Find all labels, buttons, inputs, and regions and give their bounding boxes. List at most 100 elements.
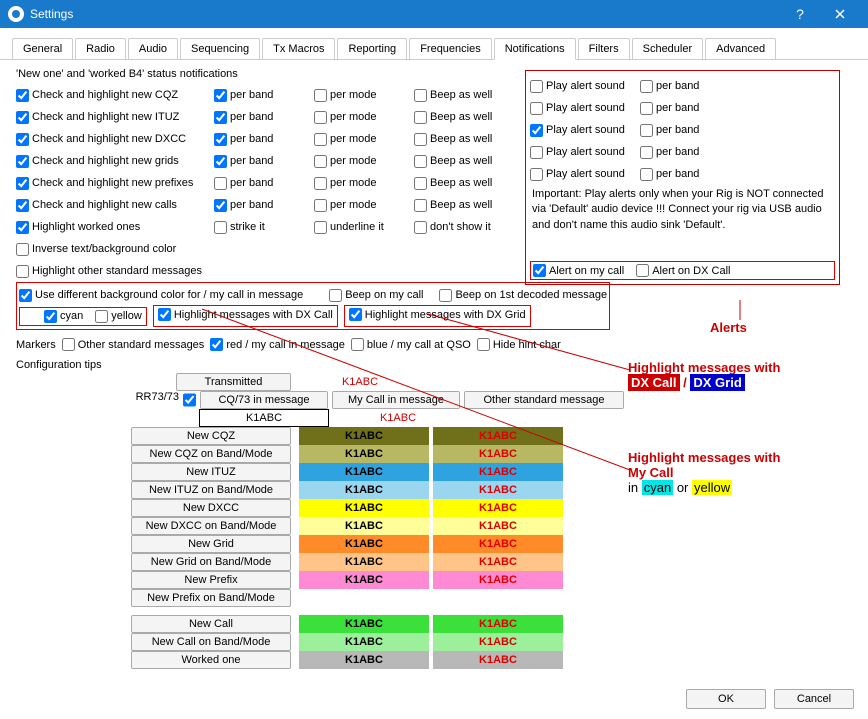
dont-show-checkbox[interactable]: don't show it (414, 221, 529, 234)
color-label-3[interactable]: New ITUZ on Band/Mode (131, 481, 291, 499)
alert-band-0[interactable]: per band (640, 80, 750, 93)
color-cell1-1[interactable]: K1ABC (299, 445, 429, 463)
alert-sound-3[interactable]: Play alert sound (530, 146, 640, 159)
color-cell2-5[interactable]: K1ABC (433, 517, 563, 535)
color-cell2-10[interactable]: K1ABC (433, 615, 563, 633)
tab-scheduler[interactable]: Scheduler (632, 38, 704, 59)
color-cell1-12[interactable]: K1ABC (299, 651, 429, 669)
permode-5[interactable]: per mode (314, 199, 414, 212)
color-label-8[interactable]: New Prefix (131, 571, 291, 589)
alert-sound-1[interactable]: Play alert sound (530, 102, 640, 115)
color-label-0[interactable]: New CQZ (131, 427, 291, 445)
beep-2[interactable]: Beep as well (414, 133, 529, 146)
alert-dxcall-checkbox[interactable]: Alert on DX Call (636, 264, 730, 277)
alert-band-3[interactable]: per band (640, 146, 750, 159)
tab-advanced[interactable]: Advanced (705, 38, 776, 59)
color-cell1-4[interactable]: K1ABC (299, 499, 429, 517)
color-label-7[interactable]: New Grid on Band/Mode (131, 553, 291, 571)
color-cell1-11[interactable]: K1ABC (299, 633, 429, 651)
permode-4[interactable]: per mode (314, 177, 414, 190)
beep-1[interactable]: Beep as well (414, 111, 529, 124)
beep-0[interactable]: Beep as well (414, 89, 529, 102)
perband-0[interactable]: per band (214, 89, 314, 102)
tab-sequencing[interactable]: Sequencing (180, 38, 260, 59)
mycall-header[interactable]: My Call in message (332, 391, 460, 409)
permode-2[interactable]: per mode (314, 133, 414, 146)
color-cell2-12[interactable]: K1ABC (433, 651, 563, 669)
rr-checkbox[interactable] (183, 391, 196, 409)
color-cell1-5[interactable]: K1ABC (299, 517, 429, 535)
help-button[interactable]: ? (780, 0, 820, 28)
check-row-3[interactable]: Check and highlight new grids (16, 155, 214, 168)
tab-tx-macros[interactable]: Tx Macros (262, 38, 335, 59)
check-row-5[interactable]: Check and highlight new calls (16, 199, 214, 212)
permode-1[interactable]: per mode (314, 111, 414, 124)
color-cell2-0[interactable]: K1ABC (433, 427, 563, 445)
color-cell2-11[interactable]: K1ABC (433, 633, 563, 651)
color-label-4[interactable]: New DXCC (131, 499, 291, 517)
alert-band-4[interactable]: per band (640, 168, 750, 181)
inverse-checkbox[interactable]: Inverse text/background color (16, 243, 176, 256)
color-label-5[interactable]: New DXCC on Band/Mode (131, 517, 291, 535)
diff-bg-checkbox[interactable]: Use different background color for / my … (19, 289, 303, 302)
hl-dxcall-checkbox[interactable]: Highlight messages with DX Call (158, 308, 333, 321)
cq-header[interactable]: CQ/73 in message (200, 391, 328, 409)
perband-1[interactable]: per band (214, 111, 314, 124)
permode-3[interactable]: per mode (314, 155, 414, 168)
close-button[interactable] (820, 0, 860, 28)
tab-frequencies[interactable]: Frequencies (409, 38, 492, 59)
yellow-checkbox[interactable]: yellow (95, 310, 142, 323)
color-label-12[interactable]: Worked one (131, 651, 291, 669)
alert-band-2[interactable]: per band (640, 124, 750, 137)
permode-0[interactable]: per mode (314, 89, 414, 102)
check-row-0[interactable]: Check and highlight new CQZ (16, 89, 214, 102)
tx-msg-header[interactable]: Transmitted message (176, 373, 291, 391)
perband-2[interactable]: per band (214, 133, 314, 146)
color-cell2-3[interactable]: K1ABC (433, 481, 563, 499)
tab-general[interactable]: General (12, 38, 73, 59)
alert-mycall-checkbox[interactable]: Alert on my call (533, 264, 624, 277)
beep-mycall-checkbox[interactable]: Beep on my call (329, 289, 423, 302)
color-cell2-6[interactable]: K1ABC (433, 535, 563, 553)
other-header[interactable]: Other standard message (464, 391, 624, 409)
color-cell1-6[interactable]: K1ABC (299, 535, 429, 553)
tab-reporting[interactable]: Reporting (337, 38, 407, 59)
hide-hint-checkbox[interactable]: Hide hint char (477, 338, 561, 351)
color-cell2-8[interactable]: K1ABC (433, 571, 563, 589)
color-cell2-4[interactable]: K1ABC (433, 499, 563, 517)
alert-sound-4[interactable]: Play alert sound (530, 168, 640, 181)
color-cell2-1[interactable]: K1ABC (433, 445, 563, 463)
perband-3[interactable]: per band (214, 155, 314, 168)
strike-it-checkbox[interactable]: strike it (214, 221, 314, 234)
tab-radio[interactable]: Radio (75, 38, 126, 59)
alert-sound-0[interactable]: Play alert sound (530, 80, 640, 93)
tab-notifications[interactable]: Notifications (494, 38, 576, 60)
tab-filters[interactable]: Filters (578, 38, 630, 59)
ok-button[interactable]: OK (686, 689, 766, 709)
color-cell2-2[interactable]: K1ABC (433, 463, 563, 481)
color-label-1[interactable]: New CQZ on Band/Mode (131, 445, 291, 463)
color-cell1-0[interactable]: K1ABC (299, 427, 429, 445)
cancel-button[interactable]: Cancel (774, 689, 854, 709)
check-row-2[interactable]: Check and highlight new DXCC (16, 133, 214, 146)
color-cell1-2[interactable]: K1ABC (299, 463, 429, 481)
color-label-2[interactable]: New ITUZ (131, 463, 291, 481)
perband-4[interactable]: per band (214, 177, 314, 190)
check-row-1[interactable]: Check and highlight new ITUZ (16, 111, 214, 124)
check-row-4[interactable]: Check and highlight new prefixes (16, 177, 214, 190)
beep-5[interactable]: Beep as well (414, 199, 529, 212)
beep-4[interactable]: Beep as well (414, 177, 529, 190)
cyan-checkbox[interactable]: cyan (44, 310, 83, 323)
color-label-10[interactable]: New Call (131, 615, 291, 633)
perband-5[interactable]: per band (214, 199, 314, 212)
beep-3[interactable]: Beep as well (414, 155, 529, 168)
color-cell1-10[interactable]: K1ABC (299, 615, 429, 633)
color-label-9[interactable]: New Prefix on Band/Mode (131, 589, 291, 607)
color-cell1-3[interactable]: K1ABC (299, 481, 429, 499)
alert-band-1[interactable]: per band (640, 102, 750, 115)
color-cell1-7[interactable]: K1ABC (299, 553, 429, 571)
other-std-checkbox[interactable]: Highlight other standard messages (16, 265, 202, 278)
markers-other-checkbox[interactable]: Other standard messages (62, 338, 205, 351)
alert-sound-2[interactable]: Play alert sound (530, 124, 640, 137)
color-cell1-8[interactable]: K1ABC (299, 571, 429, 589)
